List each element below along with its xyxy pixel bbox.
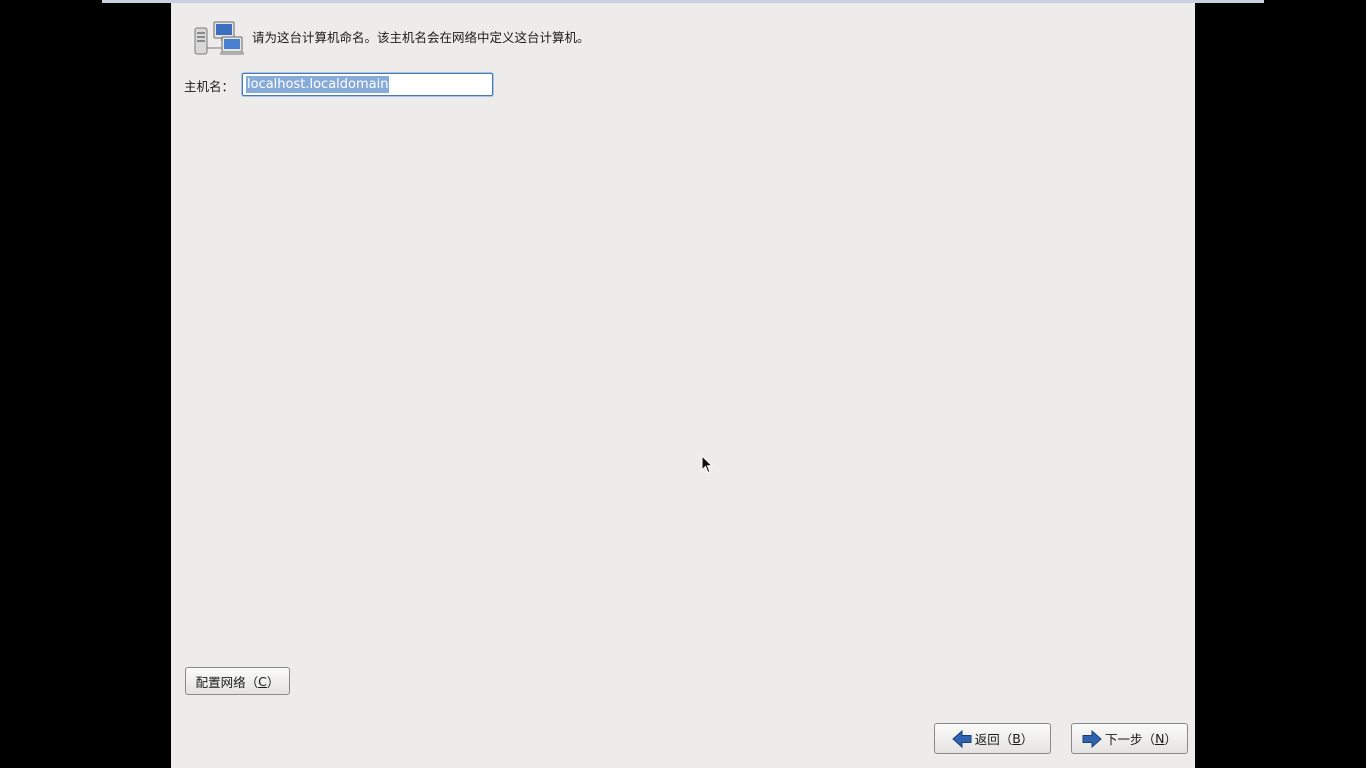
back-mnemonic: B <box>1012 731 1021 746</box>
back-label-suffix: ） <box>1020 732 1034 747</box>
installer-panel: 请为这台计算机命名。该主机名会在网络中定义这台计算机。 主机名： localho… <box>171 3 1195 768</box>
arrow-right-icon <box>1082 729 1102 748</box>
hostname-value: localhost.localdomain <box>246 76 390 93</box>
hostname-description: 请为这台计算机命名。该主机名会在网络中定义这台计算机。 <box>252 30 590 45</box>
mouse-pointer-icon <box>701 455 713 474</box>
configure-network-button[interactable]: 配置网络（ C） <box>185 667 290 695</box>
configure-network-label-suffix: ） <box>266 674 280 690</box>
back-label-prefix: 返回（ <box>974 732 1013 747</box>
next-button[interactable]: 下一步（ N） <box>1071 723 1188 754</box>
next-label-prefix: 下一步（ <box>1105 732 1156 747</box>
configure-network-label-prefix: 配置网络（ <box>195 674 259 690</box>
back-button[interactable]: 返回（ B） <box>934 723 1051 754</box>
configure-network-mnemonic: C <box>258 673 267 689</box>
network-computers-icon <box>194 21 244 55</box>
hostname-input[interactable]: localhost.localdomain <box>242 73 493 96</box>
next-label-suffix: ） <box>1164 732 1177 747</box>
hostname-label: 主机名： <box>184 79 235 94</box>
next-mnemonic: N <box>1155 731 1165 746</box>
arrow-left-icon <box>951 729 972 748</box>
